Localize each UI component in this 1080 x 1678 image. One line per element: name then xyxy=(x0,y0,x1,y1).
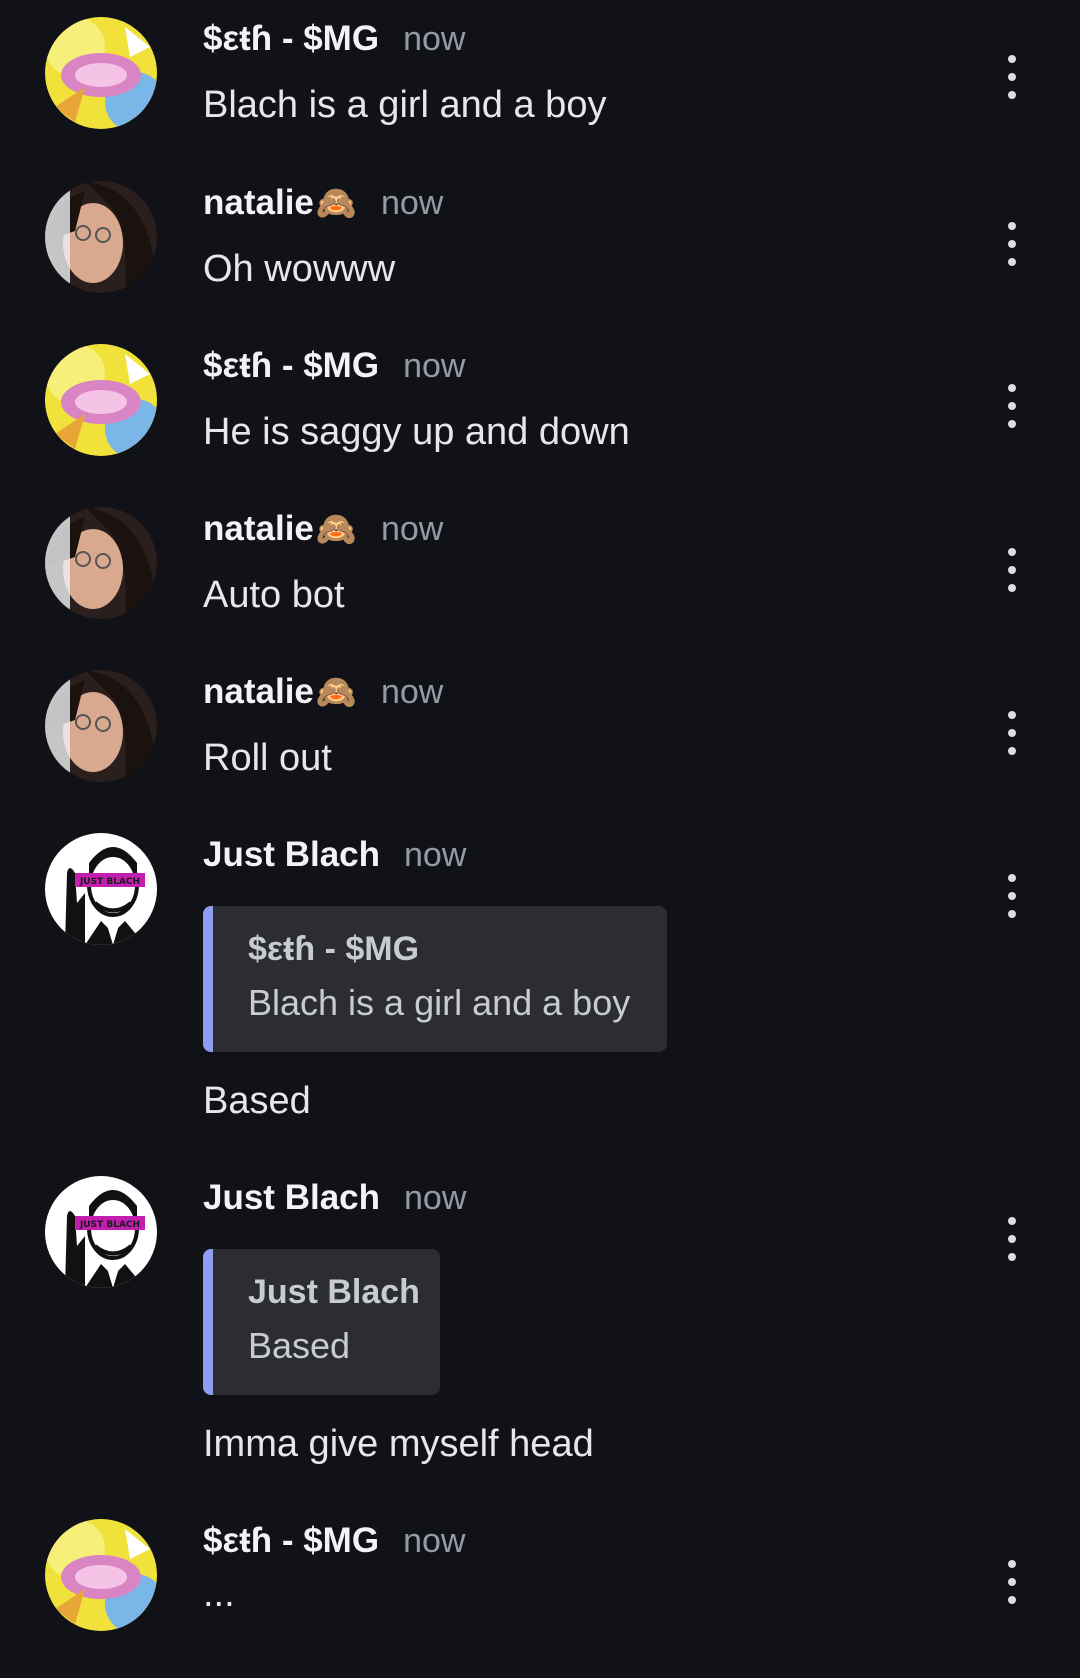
reply-text: Blach is a girl and a boy xyxy=(248,982,631,1023)
avatar-seth[interactable] xyxy=(45,344,157,456)
reply-bar xyxy=(203,906,213,1052)
timestamp: now xyxy=(404,1179,467,1217)
avatar-natalie[interactable] xyxy=(45,181,157,293)
avatar-just-blach[interactable]: JUST BLACH xyxy=(45,1176,157,1288)
svg-text:JUST BLACH: JUST BLACH xyxy=(79,1220,140,1230)
see-no-evil-monkey-icon: 🙈 xyxy=(315,510,357,547)
timestamp: now xyxy=(403,347,466,385)
reply-text: Based xyxy=(248,1325,351,1366)
avatar-seth[interactable] xyxy=(45,17,157,129)
author-name[interactable]: $εŧɦ - $MG xyxy=(203,1521,379,1561)
timestamp: now xyxy=(403,20,466,58)
author-name[interactable]: Just Blach xyxy=(203,835,380,875)
author-name[interactable]: natalie xyxy=(203,183,314,223)
author-name[interactable]: natalie xyxy=(203,672,314,712)
timestamp: now xyxy=(380,673,444,711)
see-no-evil-monkey-icon: 🙈 xyxy=(315,184,357,221)
reply-author: Just Blach xyxy=(248,1273,420,1311)
message-text: Based xyxy=(203,1080,311,1122)
timestamp: now xyxy=(380,510,444,548)
avatar-natalie[interactable] xyxy=(45,507,157,619)
author-name[interactable]: Just Blach xyxy=(203,1178,380,1218)
message-text: Auto bot xyxy=(203,574,345,616)
message-text: Imma give myself head xyxy=(203,1423,594,1465)
message-text: Oh wowww xyxy=(203,248,396,290)
reply-quote[interactable]: $εŧɦ - $MG Blach is a girl and a boy xyxy=(203,906,667,1052)
more-vertical-icon[interactable] xyxy=(1000,1217,1024,1261)
timestamp: now xyxy=(380,184,444,222)
more-vertical-icon[interactable] xyxy=(1000,711,1024,755)
see-no-evil-monkey-icon: 🙈 xyxy=(315,673,357,710)
author-name[interactable]: $εŧɦ - $MG xyxy=(203,346,379,386)
timestamp: now xyxy=(404,836,467,874)
avatar-natalie[interactable] xyxy=(45,670,157,782)
timestamp: now xyxy=(403,1522,466,1560)
reply-author: $εŧɦ - $MG xyxy=(248,930,420,968)
author-name[interactable]: natalie xyxy=(203,509,314,549)
avatar-seth[interactable] xyxy=(45,1519,157,1631)
message-text: Roll out xyxy=(203,737,332,779)
more-vertical-icon[interactable] xyxy=(1000,222,1024,266)
more-vertical-icon[interactable] xyxy=(1000,55,1024,99)
more-vertical-icon[interactable] xyxy=(1000,548,1024,592)
svg-text:JUST BLACH: JUST BLACH xyxy=(79,877,140,887)
avatar-just-blach[interactable]: JUST BLACH xyxy=(45,833,157,945)
reply-bar xyxy=(203,1249,213,1395)
reply-quote[interactable]: Just Blach Based xyxy=(203,1249,440,1395)
message-text: Blach is a girl and a boy xyxy=(203,84,607,126)
more-vertical-icon[interactable] xyxy=(1000,1560,1024,1604)
message-text: He is saggy up and down xyxy=(203,411,630,453)
message-text: ... xyxy=(203,1573,235,1615)
more-vertical-icon[interactable] xyxy=(1000,874,1024,918)
more-vertical-icon[interactable] xyxy=(1000,384,1024,428)
author-name[interactable]: $εŧɦ - $MG xyxy=(203,19,379,59)
